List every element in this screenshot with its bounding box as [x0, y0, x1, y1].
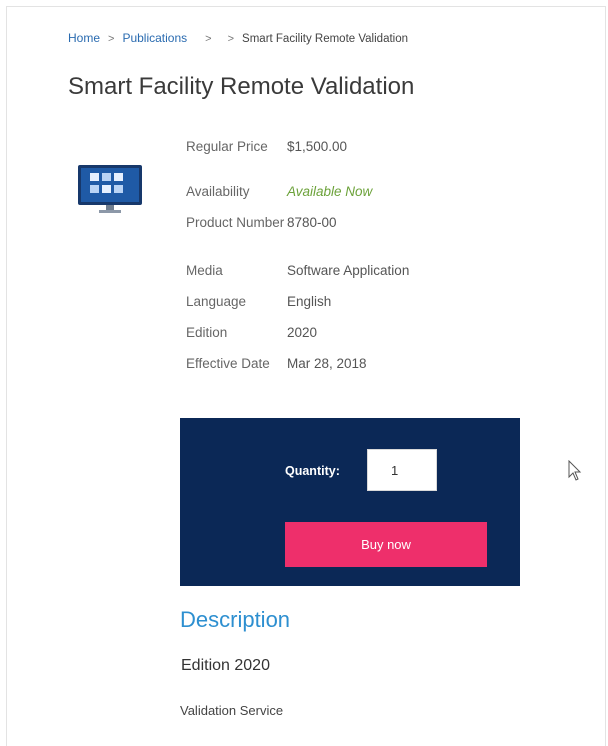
language-label: Language [186, 294, 247, 309]
detail-row-edition: Edition 2020 [186, 325, 486, 356]
buy-now-button[interactable]: Buy now [285, 522, 487, 567]
media-value: Software Application [287, 263, 410, 278]
media-label: Media [186, 263, 223, 278]
availability-value: Available Now [287, 184, 373, 199]
breadcrumb-separator: > [227, 33, 235, 45]
effective-date-value: Mar 28, 2018 [287, 356, 367, 371]
description-heading: Description [180, 607, 291, 632]
edition-value: 2020 [287, 325, 318, 340]
page-title: Smart Facility Remote Validation [68, 73, 415, 100]
detail-row-availability: Availability Available Now [186, 184, 486, 215]
regular-price-label: Regular Price [186, 139, 268, 154]
quantity-input[interactable] [367, 449, 437, 491]
breadcrumb-publications-link[interactable]: Publications [122, 31, 187, 45]
effective-date-label: Effective Date [186, 356, 270, 371]
description-edition: Edition 2020 [181, 657, 270, 674]
language-value: English [287, 294, 332, 309]
monitor-icon [77, 164, 143, 216]
description-service: Validation Service [180, 703, 284, 718]
detail-row-product-number: Product Number 8780-00 [186, 215, 486, 263]
breadcrumb-separator: > [108, 33, 115, 45]
product-number-value: 8780-00 [287, 215, 337, 230]
mouse-cursor-icon [568, 459, 582, 482]
breadcrumb-home-link[interactable]: Home [68, 31, 100, 45]
availability-label: Availability [186, 184, 250, 199]
detail-row-effective-date: Effective Date Mar 28, 2018 [186, 356, 486, 390]
detail-row-regular-price: Regular Price $1,500.00 [186, 139, 486, 184]
product-number-label: Product Number [186, 215, 285, 230]
product-details: Regular Price $1,500.00 Availability Ava… [186, 139, 486, 390]
detail-row-language: Language English [186, 294, 486, 325]
regular-price-value: $1,500.00 [287, 139, 348, 154]
quantity-label: Quantity: [285, 464, 340, 478]
breadcrumb-separator: > [205, 33, 212, 45]
edition-label: Edition [186, 325, 228, 340]
detail-row-media: Media Software Application [186, 263, 486, 294]
breadcrumb-current: Smart Facility Remote Validation [242, 33, 409, 45]
breadcrumb: Home > Publications > > Smart Facility Remote… [68, 31, 408, 45]
